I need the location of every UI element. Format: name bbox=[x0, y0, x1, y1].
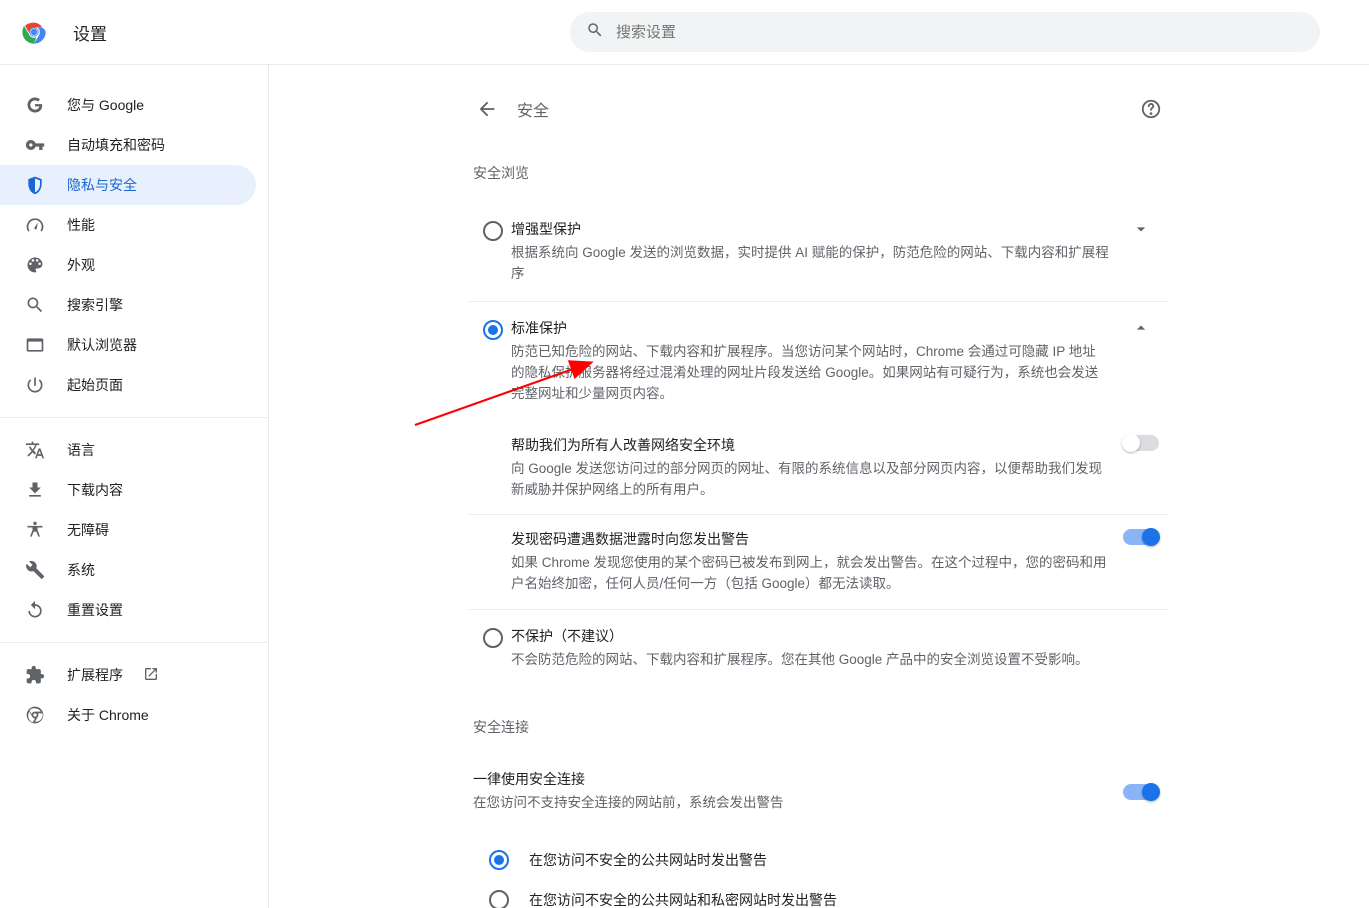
radio-no-protection[interactable] bbox=[483, 628, 503, 648]
translate-icon bbox=[25, 440, 45, 460]
sidebar-item-label: 扩展程序 bbox=[67, 665, 123, 685]
section-title-secure-connection: 安全连接 bbox=[473, 717, 1169, 737]
divider bbox=[0, 417, 268, 418]
toggle-always-https[interactable] bbox=[1123, 784, 1159, 800]
divider bbox=[0, 642, 268, 643]
sidebar-item-label: 自动填充和密码 bbox=[67, 135, 165, 155]
search-box[interactable] bbox=[570, 12, 1320, 52]
shield-icon bbox=[25, 175, 45, 195]
radio-enhanced[interactable] bbox=[483, 221, 503, 241]
sidebar-item-label: 默认浏览器 bbox=[67, 335, 137, 355]
section-title-safe-browsing: 安全浏览 bbox=[473, 163, 1169, 183]
back-button[interactable] bbox=[469, 91, 505, 127]
accessibility-icon bbox=[25, 520, 45, 540]
key-icon bbox=[25, 135, 45, 155]
sidebar-item-extensions[interactable]: 扩展程序 bbox=[0, 655, 256, 695]
reset-icon bbox=[25, 600, 45, 620]
sidebar-item-autofill[interactable]: 自动填充和密码 bbox=[0, 125, 256, 165]
palette-icon bbox=[25, 255, 45, 275]
secure-title: 一律使用安全连接 bbox=[473, 769, 1119, 789]
sidebar-item-label: 搜索引擎 bbox=[67, 295, 123, 315]
google-g-icon bbox=[25, 95, 45, 115]
sidebar-item-label: 重置设置 bbox=[67, 600, 123, 620]
sub-title: 帮助我们为所有人改善网络安全环境 bbox=[511, 435, 1109, 455]
power-icon bbox=[25, 375, 45, 395]
radio-label: 在您访问不安全的公共网站和私密网站时发出警告 bbox=[529, 890, 837, 908]
sidebar-item-on-startup[interactable]: 起始页面 bbox=[0, 365, 256, 405]
sub-desc: 向 Google 发送您访问过的部分网页的网址、有限的系统信息以及部分网页内容，… bbox=[511, 459, 1109, 501]
chrome-logo-icon bbox=[20, 18, 48, 46]
sub-option-help-improve: 帮助我们为所有人改善网络安全环境 向 Google 发送您访问过的部分网页的网址… bbox=[469, 421, 1169, 516]
content-page-title: 安全 bbox=[517, 97, 1133, 121]
toggle-help-improve[interactable] bbox=[1123, 435, 1159, 451]
sidebar-item-reset[interactable]: 重置设置 bbox=[0, 590, 256, 630]
content-area: 安全 安全浏览 增强型保护 根据系统向 Google 发送的浏览数据，实时提供 … bbox=[268, 65, 1369, 908]
option-standard-protection[interactable]: 标准保护 防范已知危险的网站、下载内容和扩展程序。当您访问某个网站时，Chrom… bbox=[469, 302, 1169, 421]
radio-warn-public[interactable] bbox=[489, 850, 509, 870]
speedometer-icon bbox=[25, 215, 45, 235]
extension-icon bbox=[25, 665, 45, 685]
option-desc: 根据系统向 Google 发送的浏览数据，实时提供 AI 赋能的保护，防范危险的… bbox=[511, 243, 1109, 285]
sidebar: 您与 Google 自动填充和密码 隐私与安全 性能 外观 搜索引擎 默认浏览器 bbox=[0, 65, 268, 908]
option-desc: 不会防范危险的网站、下载内容和扩展程序。您在其他 Google 产品中的安全浏览… bbox=[511, 650, 1153, 671]
option-desc: 防范已知危险的网站、下载内容和扩展程序。当您访问某个网站时，Chrome 会通过… bbox=[511, 342, 1109, 405]
sidebar-item-appearance[interactable]: 外观 bbox=[0, 245, 256, 285]
sidebar-item-default-browser[interactable]: 默认浏览器 bbox=[0, 325, 256, 365]
sidebar-item-downloads[interactable]: 下载内容 bbox=[0, 470, 256, 510]
sidebar-item-label: 语言 bbox=[67, 440, 95, 460]
browser-icon bbox=[25, 335, 45, 355]
sidebar-item-label: 关于 Chrome bbox=[67, 705, 149, 725]
sub-title: 发现密码遭遇数据泄露时向您发出警告 bbox=[511, 529, 1109, 549]
wrench-icon bbox=[25, 560, 45, 580]
header: 设置 bbox=[0, 0, 1369, 65]
option-enhanced-protection[interactable]: 增强型保护 根据系统向 Google 发送的浏览数据，实时提供 AI 赋能的保护… bbox=[469, 203, 1169, 302]
radio-label: 在您访问不安全的公共网站时发出警告 bbox=[529, 850, 767, 870]
expand-button[interactable] bbox=[1119, 219, 1163, 239]
sidebar-item-performance[interactable]: 性能 bbox=[0, 205, 256, 245]
secure-connection-row: 一律使用安全连接 在您访问不支持安全连接的网站前，系统会发出警告 bbox=[469, 757, 1169, 820]
radio-standard[interactable] bbox=[483, 320, 503, 340]
sidebar-item-system[interactable]: 系统 bbox=[0, 550, 256, 590]
sidebar-item-label: 无障碍 bbox=[67, 520, 109, 540]
sub-desc: 如果 Chrome 发现您使用的某个密码已被发布到网上，就会发出警告。在这个过程… bbox=[511, 553, 1109, 595]
sidebar-item-accessibility[interactable]: 无障碍 bbox=[0, 510, 256, 550]
secure-desc: 在您访问不支持安全连接的网站前，系统会发出警告 bbox=[473, 793, 1119, 814]
download-icon bbox=[25, 480, 45, 500]
option-title: 标准保护 bbox=[511, 318, 1109, 338]
sidebar-item-privacy-security[interactable]: 隐私与安全 bbox=[0, 165, 256, 205]
sidebar-item-search-engine[interactable]: 搜索引擎 bbox=[0, 285, 256, 325]
search-icon bbox=[25, 295, 45, 315]
search-icon bbox=[586, 21, 604, 44]
sidebar-item-label: 下载内容 bbox=[67, 480, 123, 500]
sidebar-item-languages[interactable]: 语言 bbox=[0, 430, 256, 470]
search-input[interactable] bbox=[616, 24, 1304, 41]
content-header: 安全 bbox=[469, 85, 1169, 133]
secure-radio-public[interactable]: 在您访问不安全的公共网站时发出警告 bbox=[489, 840, 1169, 880]
chrome-outline-icon bbox=[25, 705, 45, 725]
sidebar-item-label: 起始页面 bbox=[67, 375, 123, 395]
sidebar-item-label: 外观 bbox=[67, 255, 95, 275]
sidebar-item-label: 系统 bbox=[67, 560, 95, 580]
option-title: 不保护（不建议） bbox=[511, 626, 1153, 646]
radio-warn-public-private[interactable] bbox=[489, 890, 509, 908]
sidebar-item-about-chrome[interactable]: 关于 Chrome bbox=[0, 695, 256, 735]
secure-radio-public-private[interactable]: 在您访问不安全的公共网站和私密网站时发出警告 私密网站可能包括公司内网等 bbox=[489, 880, 1169, 908]
external-link-icon bbox=[143, 666, 159, 685]
page-title: 设置 bbox=[73, 20, 107, 45]
sidebar-item-label: 您与 Google bbox=[67, 95, 144, 115]
sidebar-item-label: 隐私与安全 bbox=[67, 175, 137, 195]
option-title: 增强型保护 bbox=[511, 219, 1109, 239]
sidebar-item-you-and-google[interactable]: 您与 Google bbox=[0, 85, 256, 125]
help-button[interactable] bbox=[1133, 91, 1169, 127]
sub-option-password-breach: 发现密码遭遇数据泄露时向您发出警告 如果 Chrome 发现您使用的某个密码已被… bbox=[469, 515, 1169, 610]
option-no-protection[interactable]: 不保护（不建议） 不会防范危险的网站、下载内容和扩展程序。您在其他 Google… bbox=[469, 610, 1169, 687]
collapse-button[interactable] bbox=[1119, 318, 1163, 338]
toggle-password-breach[interactable] bbox=[1123, 529, 1159, 545]
sidebar-item-label: 性能 bbox=[67, 215, 95, 235]
